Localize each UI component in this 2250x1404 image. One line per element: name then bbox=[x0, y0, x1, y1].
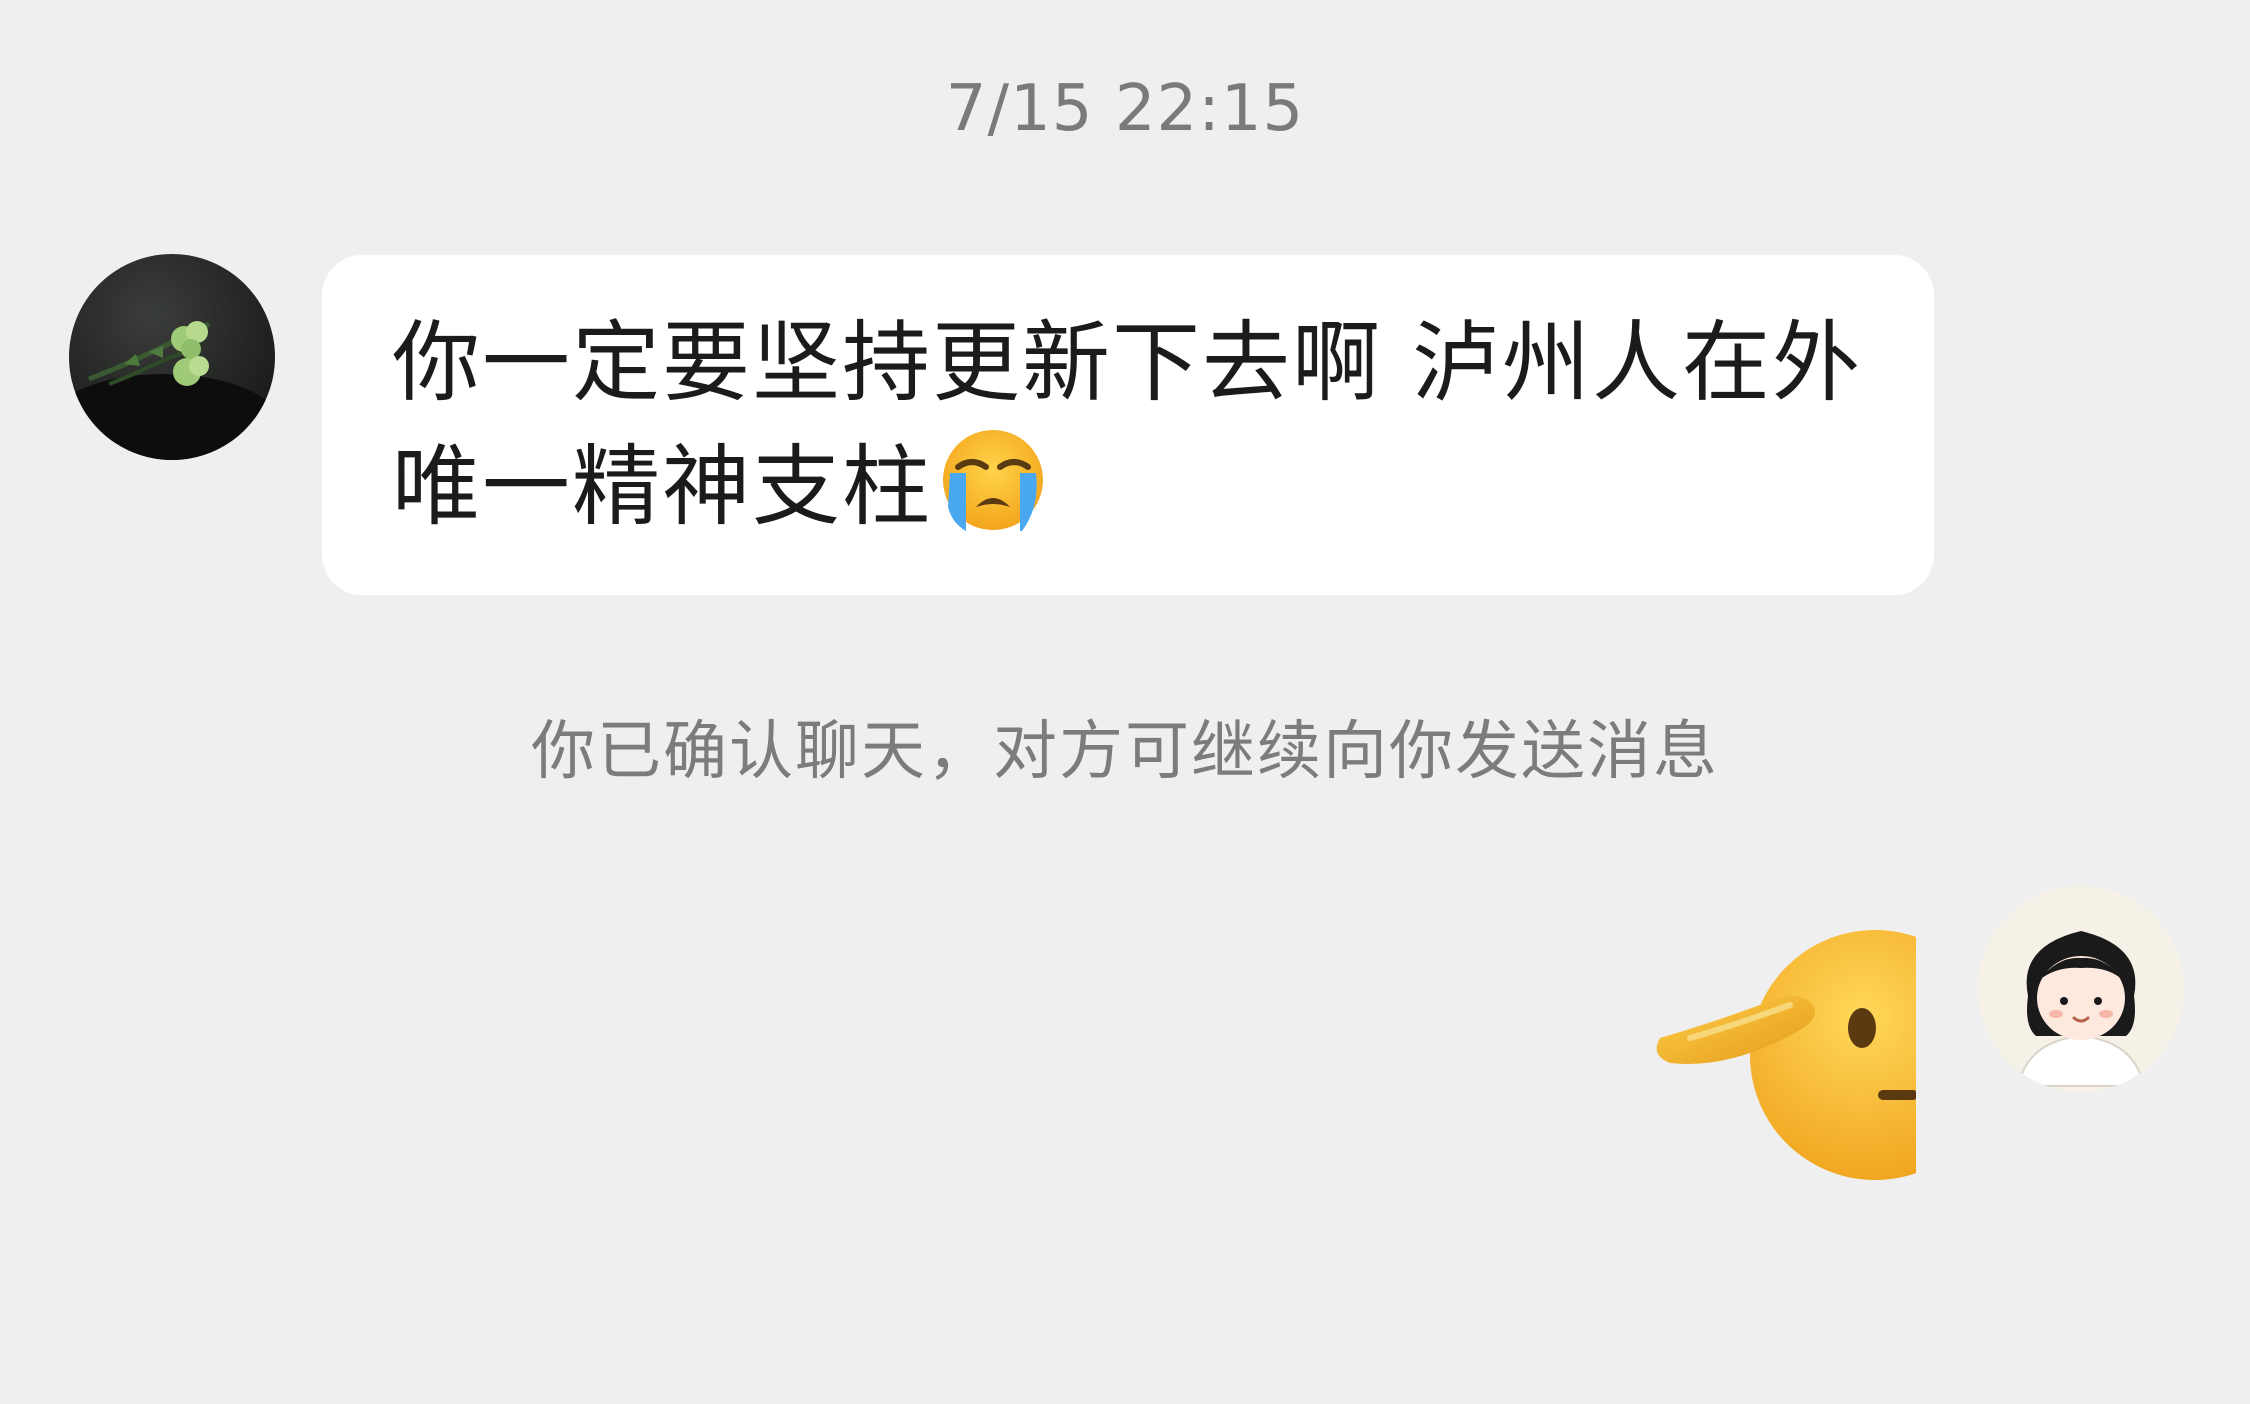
flower-avatar-image bbox=[69, 321, 275, 460]
loudly-crying-face-icon bbox=[940, 427, 1046, 533]
my-avatar[interactable] bbox=[1978, 886, 2184, 1092]
saluting-face-icon bbox=[1656, 930, 1916, 1180]
message-text-container: 你一定要坚持更新下去啊 泸州人在外唯一精神支柱 bbox=[392, 301, 1874, 549]
message-timestamp: 7/15 22:15 bbox=[945, 72, 1305, 146]
saluting-face-sticker[interactable] bbox=[1650, 920, 1920, 1180]
incoming-message-bubble[interactable]: 你一定要坚持更新下去啊 泸州人在外唯一精神支柱 bbox=[322, 255, 1934, 595]
chat-view: 7/15 22:15 你一定要坚持更新下去啊 泸州人在外唯一精神支柱 你已确认聊… bbox=[0, 0, 2250, 1404]
chat-confirmed-notice: 你已确认聊天，对方可继续向你发送消息 bbox=[531, 715, 1719, 789]
message-text: 你一定要坚持更新下去啊 泸州人在外唯一精神支柱 bbox=[392, 311, 1862, 538]
sender-avatar[interactable] bbox=[69, 254, 275, 460]
cartoon-girl-avatar-image bbox=[1978, 886, 2184, 1092]
